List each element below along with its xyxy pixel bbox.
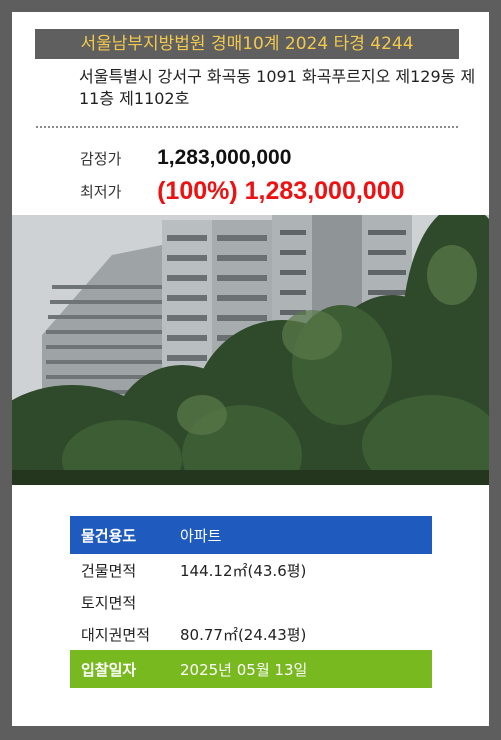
info-label-land-right-area: 대지권면적 — [81, 625, 151, 644]
info-label-building-area: 건물면적 — [81, 561, 137, 580]
property-info-table: 물건용도 아파트 건물면적 144.12㎡(43.6평) 토지면적 대지권면적 … — [70, 516, 432, 688]
appraisal-label: 감정가 — [80, 149, 122, 168]
info-row-bid-date: 입찰일자 2025년 05월 13일 — [70, 650, 432, 688]
info-label-usage: 물건용도 — [81, 526, 137, 545]
info-label-land-area: 토지면적 — [81, 593, 137, 612]
dotted-divider — [36, 126, 458, 128]
court-case-title: 서울남부지방법원 경매10계 2024 타경 4244 — [35, 29, 459, 59]
info-value-building-area: 144.12㎡(43.6평) — [180, 561, 307, 580]
apartment-photo — [12, 215, 489, 485]
info-row-land-area: 토지면적 — [70, 586, 432, 618]
info-row-building-area: 건물면적 144.12㎡(43.6평) — [70, 554, 432, 586]
info-value-land-right-area: 80.77㎡(24.43평) — [180, 625, 307, 644]
property-address: 서울특별시 강서구 화곡동 1091 화곡푸르지오 제129동 제11층 제11… — [79, 67, 476, 108]
info-row-land-right-area: 대지권면적 80.77㎡(24.43평) — [70, 618, 432, 650]
info-value-bid-date: 2025년 05월 13일 — [180, 660, 308, 679]
minimum-label: 최저가 — [80, 183, 122, 201]
appraisal-value: 1,283,000,000 — [157, 146, 292, 169]
apartment-photo-image — [12, 215, 489, 485]
minimum-price-row: 최저가 (100%) 1,283,000,000 — [80, 177, 405, 206]
info-label-bid-date: 입찰일자 — [81, 660, 137, 679]
info-row-usage: 물건용도 아파트 — [70, 516, 432, 554]
info-value-usage: 아파트 — [180, 526, 222, 545]
minimum-value: (100%) 1,283,000,000 — [157, 177, 405, 205]
appraisal-price-row: 감정가 1,283,000,000 — [80, 146, 291, 170]
auction-card: 서울남부지방법원 경매10계 2024 타경 4244 서울특별시 강서구 화곡… — [12, 12, 489, 726]
